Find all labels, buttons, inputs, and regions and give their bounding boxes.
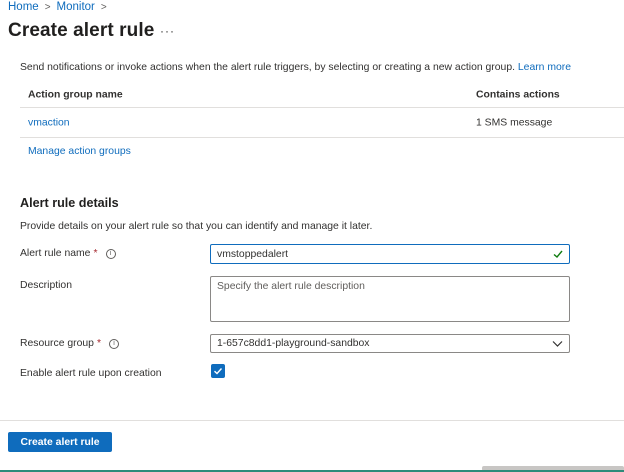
footer-divider <box>0 420 624 421</box>
breadcrumb-home-link[interactable]: Home <box>8 1 39 13</box>
chevron-down-icon <box>552 341 563 347</box>
column-header-name: Action group name <box>28 89 123 100</box>
page-title: Create alert rule <box>8 20 155 41</box>
breadcrumb-monitor-link[interactable]: Monitor <box>57 1 95 13</box>
actions-intro: Send notifications or invoke actions whe… <box>20 62 571 73</box>
breadcrumb-separator: > <box>44 1 51 13</box>
more-options-icon[interactable]: ··· <box>160 24 175 38</box>
enable-rule-checkbox[interactable] <box>211 364 225 378</box>
required-mark: * <box>93 248 98 259</box>
learn-more-link[interactable]: Learn more <box>518 62 571 73</box>
description-textarea[interactable]: Specify the alert rule description <box>210 276 570 322</box>
alert-rule-name-value: vmstoppedalert <box>217 248 289 260</box>
table-row: vmaction 1 SMS message <box>20 108 624 138</box>
actions-intro-text: Send notifications or invoke actions whe… <box>20 62 515 73</box>
breadcrumb-separator: > <box>100 1 107 13</box>
required-mark: * <box>96 338 101 349</box>
table-header-row: Action group name Contains actions <box>20 82 624 108</box>
enable-rule-label: Enable alert rule upon creation <box>20 368 162 379</box>
checkmark-icon <box>214 368 223 375</box>
alert-rule-name-input[interactable]: vmstoppedalert <box>210 244 570 264</box>
manage-action-groups-link[interactable]: Manage action groups <box>28 146 131 157</box>
resource-group-value: 1-657c8dd1-playground-sandbox <box>217 338 370 349</box>
action-group-table: Action group name Contains actions vmact… <box>20 82 624 138</box>
info-icon[interactable]: i <box>108 338 119 349</box>
section-title-alert-rule-details: Alert rule details <box>20 196 119 210</box>
resource-group-label: Resource group * i <box>20 338 119 349</box>
section-description: Provide details on your alert rule so th… <box>20 221 373 232</box>
field-label-text: Resource group <box>20 338 94 349</box>
field-label-text: Alert rule name <box>20 248 91 259</box>
action-group-link[interactable]: vmaction <box>28 117 70 128</box>
field-label-text: Description <box>20 280 72 291</box>
description-placeholder: Specify the alert rule description <box>217 281 365 292</box>
info-icon[interactable]: i <box>105 248 116 259</box>
action-count: 1 SMS message <box>476 117 553 128</box>
alert-rule-name-label: Alert rule name * i <box>20 248 116 259</box>
column-header-contains: Contains actions <box>476 89 560 100</box>
check-icon <box>553 250 563 258</box>
resource-group-select[interactable]: 1-657c8dd1-playground-sandbox <box>210 334 570 353</box>
create-alert-rule-button[interactable]: Create alert rule <box>8 432 112 452</box>
breadcrumb: Home > Monitor > <box>8 0 113 14</box>
field-label-text: Enable alert rule upon creation <box>20 368 162 379</box>
description-label: Description <box>20 280 72 291</box>
